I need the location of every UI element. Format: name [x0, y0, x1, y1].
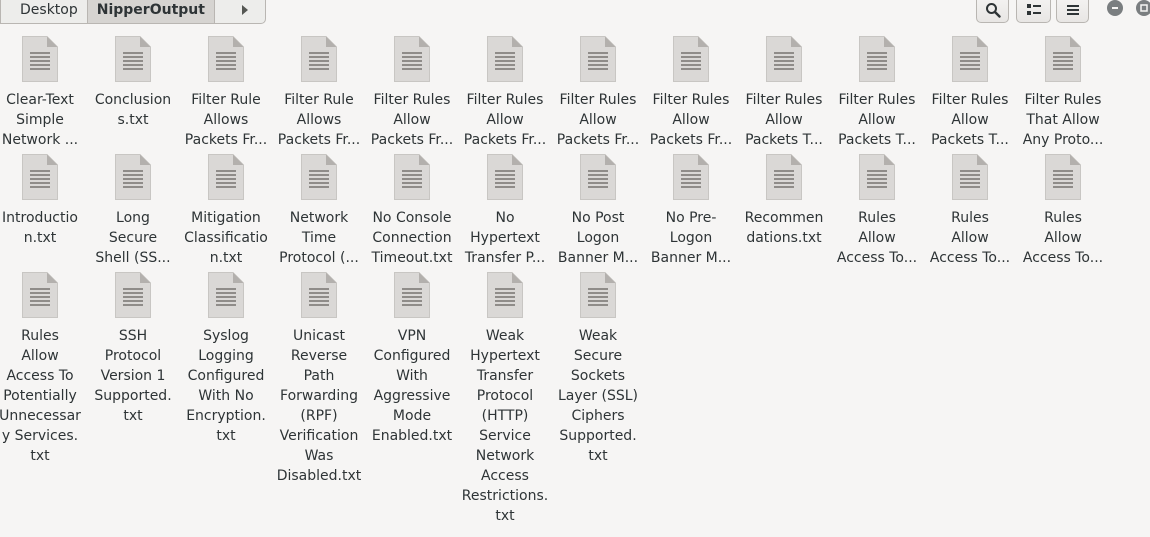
file-item[interactable]: Filter Rules Allow Packets Fr... — [554, 36, 642, 150]
file-name: No Pre- Logon Banner M... — [650, 210, 732, 266]
text-file-icon — [766, 36, 802, 82]
file-name: Filter Rules Allow Packets T... — [931, 92, 1009, 148]
file-name: No Hypertext Transfer P... — [464, 210, 546, 266]
file-name: Network Time Protocol (... — [279, 210, 359, 266]
text-file-icon — [487, 272, 523, 318]
file-name: Filter Rule Allows Packets Fr... — [277, 92, 361, 148]
file-name: Long Secure Shell (SS... — [95, 210, 171, 266]
text-file-icon — [859, 154, 895, 200]
text-file-icon — [766, 154, 802, 200]
file-item[interactable]: Mitigation Classificatio n.txt — [182, 154, 270, 268]
file-item[interactable]: Filter Rules Allow Packets Fr... — [647, 36, 735, 150]
file-name: No Console Connection Timeout.txt — [371, 210, 453, 266]
text-file-icon — [22, 154, 58, 200]
text-file-icon — [115, 154, 151, 200]
file-item[interactable]: Filter Rules Allow Packets Fr... — [461, 36, 549, 150]
file-name: Weak Hypertext Transfer Protocol (HTTP) … — [461, 328, 549, 524]
file-item[interactable]: Filter Rules Allow Packets T... — [740, 36, 828, 150]
file-item[interactable]: Rules Allow Access To... — [833, 154, 921, 268]
file-name: Filter Rules Allow Packets T... — [838, 92, 916, 148]
text-file-icon — [115, 272, 151, 318]
file-item[interactable]: Filter Rule Allows Packets Fr... — [182, 36, 270, 150]
file-name: Filter Rule Allows Packets Fr... — [184, 92, 268, 148]
file-item[interactable]: Conclusion s.txt — [89, 36, 177, 130]
text-file-icon — [580, 272, 616, 318]
text-file-icon — [301, 272, 337, 318]
file-item[interactable]: Filter Rules Allow Packets T... — [833, 36, 921, 150]
file-name: Rules Allow Access To... — [836, 210, 918, 266]
file-item[interactable]: Unicast Reverse Path Forwarding (RPF) Ve… — [275, 272, 363, 486]
file-item[interactable]: VPN Configured With Aggressive Mode Enab… — [368, 272, 456, 446]
file-name: Introductio n.txt — [2, 210, 78, 246]
text-file-icon — [115, 36, 151, 82]
file-name: Clear-Text Simple Network ... — [1, 92, 79, 148]
file-item[interactable]: Filter Rules That Allow Any Proto... — [1019, 36, 1107, 150]
file-name: Filter Rules Allow Packets T... — [745, 92, 823, 148]
file-manager-window: Desktop NipperOutput Clear-Text Simple N… — [0, 0, 1150, 537]
text-file-icon — [1045, 154, 1081, 200]
file-name: Conclusion s.txt — [94, 92, 172, 128]
file-name: VPN Configured With Aggressive Mode Enab… — [371, 328, 453, 444]
file-name: Mitigation Classificatio n.txt — [184, 210, 268, 266]
text-file-icon — [952, 36, 988, 82]
text-file-icon — [952, 154, 988, 200]
file-name: SSH Protocol Version 1 Supported. txt — [94, 328, 172, 424]
file-name: Filter Rules That Allow Any Proto... — [1022, 92, 1104, 148]
file-item[interactable]: Clear-Text Simple Network ... — [0, 36, 84, 150]
file-item[interactable]: No Pre- Logon Banner M... — [647, 154, 735, 268]
file-name: Filter Rules Allow Packets Fr... — [370, 92, 454, 148]
file-item[interactable]: Rules Allow Access To... — [1019, 154, 1107, 268]
file-item[interactable]: Rules Allow Access To... — [926, 154, 1014, 268]
file-item[interactable]: No Console Connection Timeout.txt — [368, 154, 456, 268]
file-item[interactable]: Long Secure Shell (SS... — [89, 154, 177, 268]
file-grid: Clear-Text Simple Network ... Conclusion… — [0, 0, 1150, 537]
file-item[interactable]: Syslog Logging Configured With No Encryp… — [182, 272, 270, 446]
file-name: Rules Allow Access To... — [1022, 210, 1104, 266]
file-item[interactable]: Filter Rule Allows Packets Fr... — [275, 36, 363, 150]
file-item[interactable]: No Hypertext Transfer P... — [461, 154, 549, 268]
file-name: Unicast Reverse Path Forwarding (RPF) Ve… — [276, 328, 362, 484]
text-file-icon — [394, 36, 430, 82]
text-file-icon — [487, 154, 523, 200]
text-file-icon — [673, 154, 709, 200]
text-file-icon — [22, 272, 58, 318]
file-name: Filter Rules Allow Packets Fr... — [556, 92, 640, 148]
file-name: Rules Allow Access To Potentially Unnece… — [0, 328, 81, 464]
file-item[interactable]: Weak Secure Sockets Layer (SSL) Ciphers … — [554, 272, 642, 466]
file-name: Recommen dations.txt — [744, 210, 824, 246]
text-file-icon — [22, 36, 58, 82]
file-item[interactable]: Rules Allow Access To Potentially Unnece… — [0, 272, 84, 466]
file-name: Filter Rules Allow Packets Fr... — [649, 92, 733, 148]
text-file-icon — [580, 36, 616, 82]
file-name: Rules Allow Access To... — [929, 210, 1011, 266]
file-item[interactable]: No Post Logon Banner M... — [554, 154, 642, 268]
text-file-icon — [301, 154, 337, 200]
text-file-icon — [580, 154, 616, 200]
text-file-icon — [208, 154, 244, 200]
file-name: No Post Logon Banner M... — [557, 210, 639, 266]
file-item[interactable]: Filter Rules Allow Packets T... — [926, 36, 1014, 150]
file-name: Weak Secure Sockets Layer (SSL) Ciphers … — [558, 328, 638, 464]
text-file-icon — [301, 36, 337, 82]
file-item[interactable]: Filter Rules Allow Packets Fr... — [368, 36, 456, 150]
text-file-icon — [208, 272, 244, 318]
file-item[interactable]: Network Time Protocol (... — [275, 154, 363, 268]
file-name: Syslog Logging Configured With No Encryp… — [186, 328, 266, 444]
file-item[interactable]: SSH Protocol Version 1 Supported. txt — [89, 272, 177, 426]
text-file-icon — [394, 154, 430, 200]
file-item[interactable]: Recommen dations.txt — [740, 154, 828, 248]
file-item[interactable]: Weak Hypertext Transfer Protocol (HTTP) … — [461, 272, 549, 526]
file-name: Filter Rules Allow Packets Fr... — [463, 92, 547, 148]
text-file-icon — [1045, 36, 1081, 82]
text-file-icon — [208, 36, 244, 82]
text-file-icon — [487, 36, 523, 82]
text-file-icon — [394, 272, 430, 318]
file-item[interactable]: Introductio n.txt — [0, 154, 84, 248]
text-file-icon — [673, 36, 709, 82]
text-file-icon — [859, 36, 895, 82]
